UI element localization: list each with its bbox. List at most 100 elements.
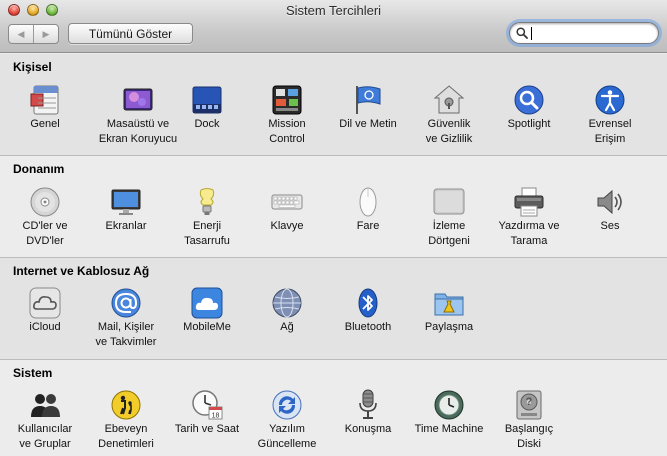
pref-energy-saver[interactable]: Enerji Tasarrufu — [167, 186, 247, 248]
pref-label: Başlangıç — [504, 423, 554, 435]
pref-label: Dörtgeni — [428, 235, 470, 247]
pref-label: Mission — [268, 118, 306, 130]
pref-label: Kullanıcılar — [17, 423, 73, 435]
pref-label: Mail, Kişiler — [97, 321, 155, 333]
section-internet-wireless: Internet ve Kablosuz Ağ iCloud Mail, Kiş… — [0, 258, 667, 360]
pref-sharing[interactable]: Paylaşma — [409, 287, 489, 336]
back-button[interactable]: ◀ — [9, 25, 33, 43]
pref-desktop-screensaver[interactable]: Masaüstü ve Ekran Koruyucu — [98, 84, 178, 146]
pref-parental-controls[interactable]: Ebeveyn Denetimleri — [86, 389, 166, 451]
printer-icon — [513, 186, 545, 218]
pref-print-scan[interactable]: Yazdırma ve Tarama — [489, 186, 569, 248]
pref-label: ve Gizlilik — [425, 133, 473, 145]
pref-label: ve Gruplar — [19, 438, 71, 450]
window-title: Sistem Tercihleri — [285, 3, 382, 18]
pref-label: ve Takvimler — [95, 336, 157, 348]
pref-displays[interactable]: Ekranlar — [86, 186, 166, 235]
pref-mouse[interactable]: Fare — [328, 186, 408, 235]
pref-startup-disk[interactable]: ? Başlangıç Diski — [489, 389, 569, 451]
pref-label: Ağ — [280, 321, 294, 333]
system-preferences-window: Sistem Tercihleri ◀ ▶ Tümünü Göster Kişi… — [0, 0, 667, 456]
pref-general[interactable]: Genel — [5, 84, 85, 133]
pref-label: İzleme — [432, 220, 466, 232]
pref-label: Ebeveyn — [104, 423, 148, 435]
pref-date-time[interactable]: 18 Tarih ve Saat — [167, 389, 247, 438]
pref-label: CD'ler ve — [22, 220, 68, 232]
pref-sound[interactable]: Ses — [570, 186, 650, 235]
pref-mission-control[interactable]: Mission Control — [247, 84, 327, 146]
pref-users-groups[interactable]: Kullanıcılar ve Gruplar — [5, 389, 85, 451]
pref-mail-contacts-calendars[interactable]: Mail, Kişiler ve Takvimler — [86, 287, 166, 349]
pref-label: Tarih ve Saat — [174, 423, 240, 435]
spotlight-icon — [513, 84, 545, 116]
pref-label: Denetimleri — [98, 438, 154, 450]
pref-label: iCloud — [29, 321, 61, 333]
time-machine-icon — [433, 389, 465, 421]
pref-label: Genel — [30, 118, 60, 130]
pref-bluetooth[interactable]: Bluetooth — [328, 287, 408, 336]
pref-speech[interactable]: Konuşma — [328, 389, 408, 438]
svg-text:18: 18 — [212, 413, 220, 420]
pref-time-machine[interactable]: Time Machine — [409, 389, 489, 438]
pref-language-text[interactable]: Dil ve Metin — [328, 84, 408, 133]
pref-label: Yazdırma ve — [498, 220, 560, 232]
accessibility-icon — [594, 84, 626, 116]
general-icon — [29, 84, 61, 116]
pref-cds-dvds[interactable]: CD'ler ve DVD'ler — [5, 186, 85, 248]
pref-label: Evrensel — [588, 118, 632, 130]
pref-label: Tarama — [510, 235, 548, 247]
pref-icloud[interactable]: iCloud — [5, 287, 85, 336]
pref-label: Tasarrufu — [184, 235, 230, 247]
parental-controls-icon — [110, 389, 142, 421]
section-title: Kişisel — [13, 60, 52, 74]
svg-text:?: ? — [526, 396, 533, 408]
section-title: Donanım — [13, 162, 65, 176]
search-icon — [516, 27, 528, 39]
pref-network[interactable]: Ağ — [247, 287, 327, 336]
security-house-icon — [433, 84, 465, 116]
pref-universal-access[interactable]: Evrensel Erişim — [570, 84, 650, 146]
bluetooth-icon — [352, 287, 384, 319]
desktop-screensaver-icon — [122, 84, 154, 116]
pref-software-update[interactable]: Yazılım Güncelleme — [247, 389, 327, 451]
section-hardware: Donanım CD'ler ve DVD'ler Ekranlar Enerj… — [0, 156, 667, 258]
mission-control-icon — [271, 84, 303, 116]
show-all-button[interactable]: Tümünü Göster — [68, 23, 193, 44]
pref-label: DVD'ler — [26, 235, 64, 247]
keyboard-icon — [271, 186, 303, 218]
pref-mobileme[interactable]: MobileMe — [167, 287, 247, 336]
speaker-icon — [594, 186, 626, 218]
titlebar: Sistem Tercihleri ◀ ▶ Tümünü Göster — [0, 0, 667, 53]
pref-label: Dil ve Metin — [339, 118, 397, 130]
section-system: Sistem Kullanıcılar ve Gruplar Ebeveyn D… — [0, 360, 667, 456]
pref-dock[interactable]: Dock — [167, 84, 247, 133]
users-groups-icon — [29, 389, 61, 421]
pref-security-privacy[interactable]: Güvenlik ve Gizlilik — [409, 84, 489, 146]
pref-label: Ekranlar — [105, 220, 147, 232]
pref-spotlight[interactable]: Spotlight — [489, 84, 569, 133]
pref-label: Yazılım — [269, 423, 305, 435]
forward-button[interactable]: ▶ — [33, 25, 58, 43]
speech-microphone-icon — [352, 389, 384, 421]
startup-disk-icon: ? — [513, 389, 545, 421]
search-input[interactable] — [530, 25, 652, 41]
pref-label: Enerji — [192, 220, 222, 232]
pref-label: Paylaşma — [424, 321, 474, 333]
section-title: Internet ve Kablosuz Ağ — [13, 264, 150, 278]
energy-bulb-icon — [191, 186, 223, 218]
search-field[interactable] — [509, 22, 659, 44]
sharing-folder-icon — [433, 287, 465, 319]
icloud-icon — [29, 287, 61, 319]
pref-label: Klavye — [270, 220, 304, 232]
pref-keyboard[interactable]: Klavye — [247, 186, 327, 235]
pref-label: Masaüstü ve — [106, 118, 170, 130]
language-flag-icon — [352, 84, 384, 116]
pref-trackpad[interactable]: İzleme Dörtgeni — [409, 186, 489, 248]
pref-label: Control — [269, 133, 305, 145]
pref-label: MobileMe — [183, 321, 231, 333]
pref-label: Güvenlik — [427, 118, 471, 130]
text-caret — [531, 27, 532, 40]
pref-label: Güncelleme — [257, 438, 317, 450]
software-update-icon — [271, 389, 303, 421]
pref-label: Ekran Koruyucu — [98, 133, 178, 145]
